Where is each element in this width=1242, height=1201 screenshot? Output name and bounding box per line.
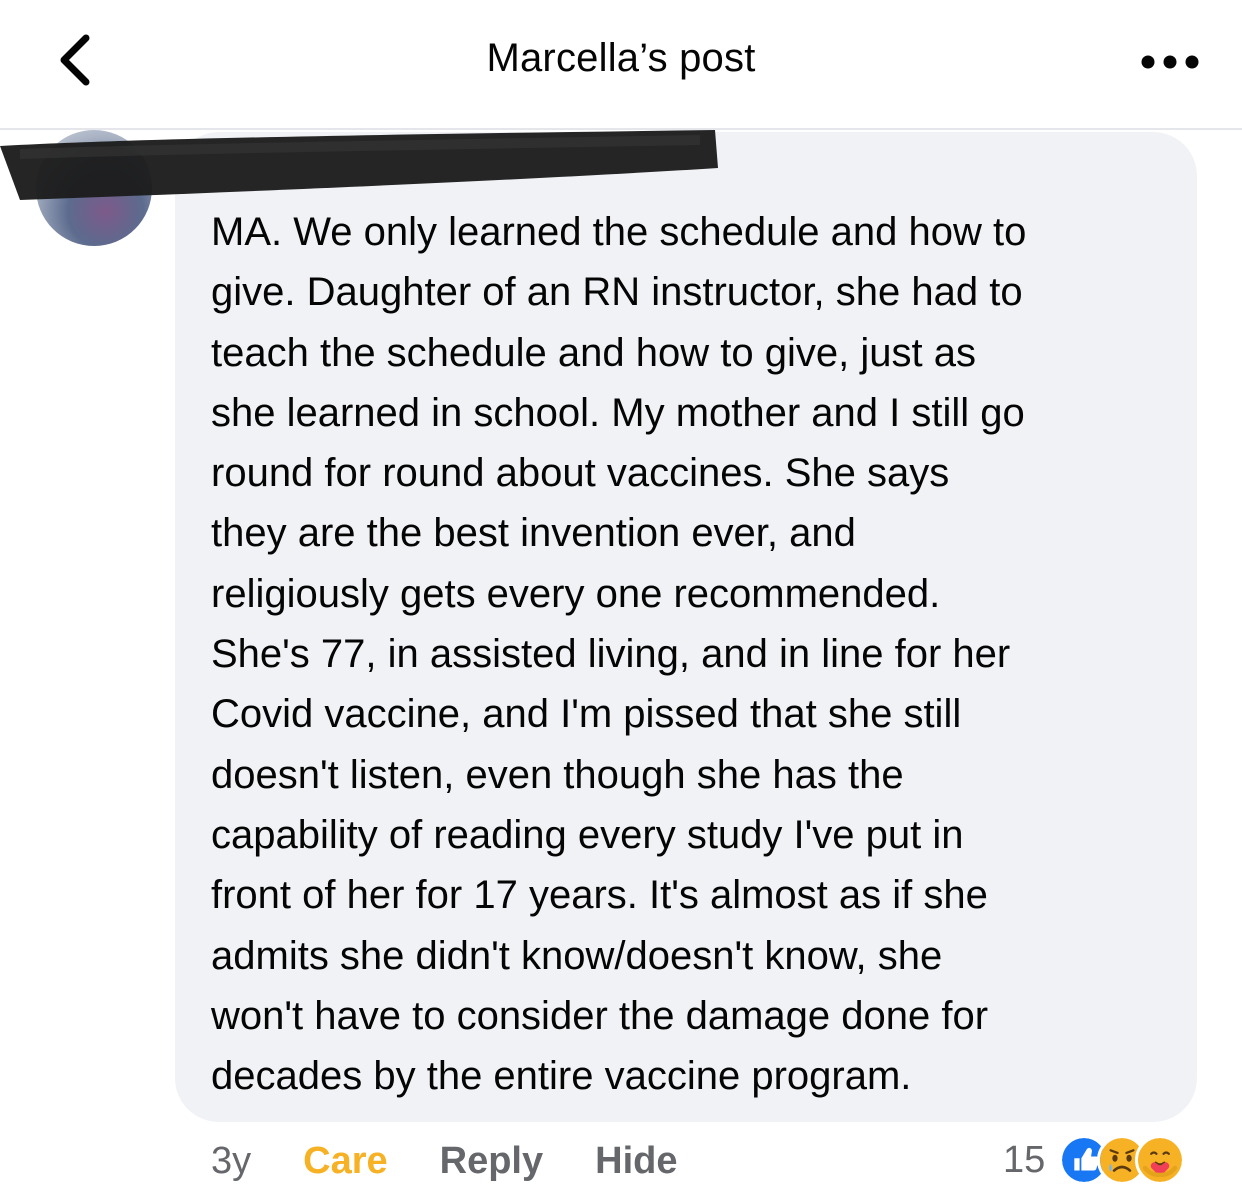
top-navigation-bar: Marcella’s post [0, 0, 1242, 130]
reply-button[interactable]: Reply [440, 1140, 543, 1183]
ellipsis-icon [1141, 55, 1199, 69]
reaction-count: 15 [1003, 1138, 1046, 1181]
care-icon [1135, 1135, 1186, 1185]
page-title: Marcella’s post [486, 36, 756, 80]
comment-timestamp[interactable]: 3y [211, 1140, 251, 1183]
more-options-button[interactable] [1130, 40, 1210, 84]
hide-button[interactable]: Hide [595, 1140, 677, 1183]
comment-actions: 3y Care Reply Hide [211, 1136, 677, 1186]
comment-text: MA. We only learned the schedule and how… [211, 210, 1027, 1099]
care-reaction-button[interactable]: Care [303, 1140, 388, 1183]
reaction-summary[interactable]: 15 [1003, 1132, 1186, 1188]
redaction-mark [0, 130, 718, 200]
